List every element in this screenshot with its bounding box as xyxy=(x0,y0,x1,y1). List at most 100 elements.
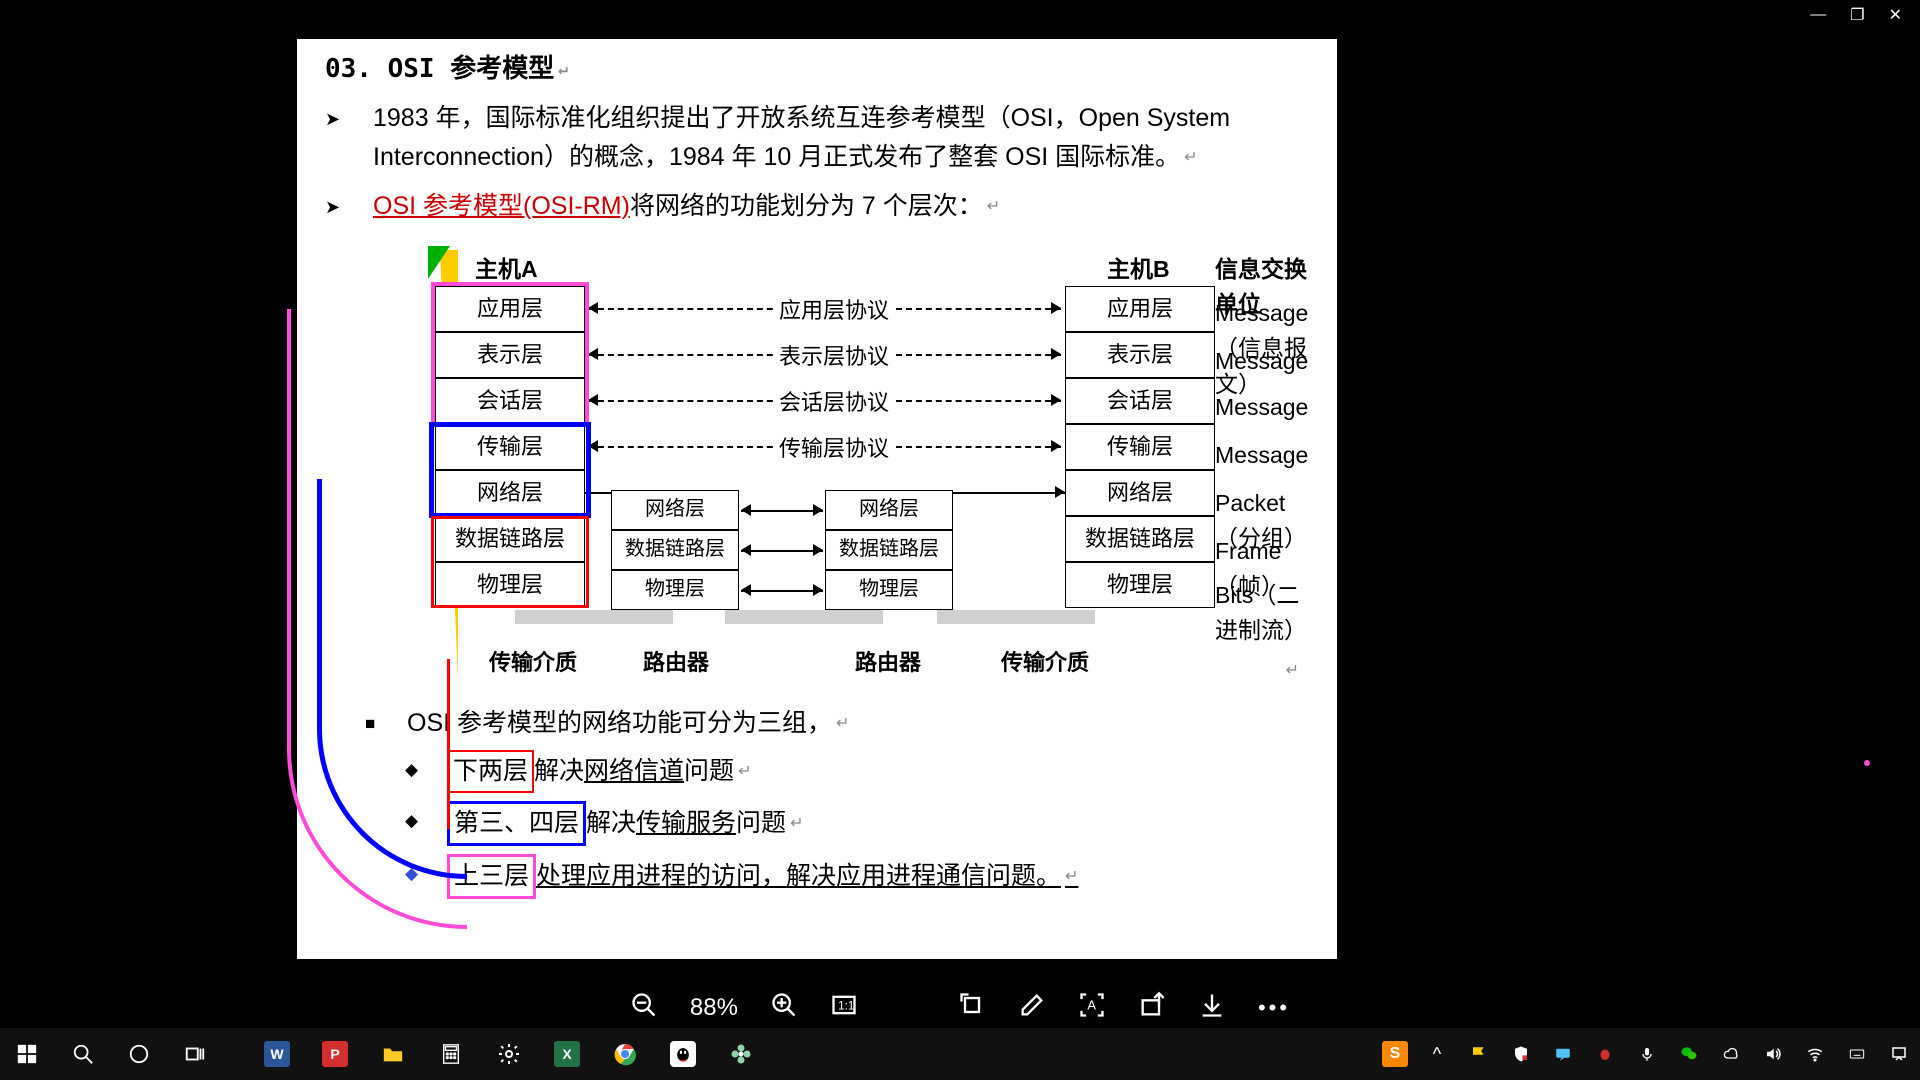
return-mark-icon: ↵ xyxy=(1286,659,1299,684)
body-line-2: 下两层解决网络信道问题 xyxy=(405,750,1309,793)
share-button[interactable] xyxy=(1138,991,1166,1025)
hostb-label: 主机B xyxy=(1107,252,1170,288)
section-heading: 03. OSI 参考模型 xyxy=(325,49,1309,89)
media-label-1: 传输介质 xyxy=(489,646,577,680)
tray-chat-icon[interactable] xyxy=(1550,1041,1576,1067)
start-button[interactable] xyxy=(14,1041,40,1067)
tray-security-icon[interactable] xyxy=(1508,1041,1534,1067)
paragraph-2-rest: 将网络的功能划分为 7 个层次： xyxy=(630,192,1000,220)
b2c-link: 网络信道 xyxy=(584,757,684,785)
tray-mic-icon[interactable] xyxy=(1634,1041,1660,1067)
annotation-dot xyxy=(1864,760,1870,766)
media-bar xyxy=(515,610,673,624)
b2d: 问题 xyxy=(684,757,751,785)
media-label-2: 传输介质 xyxy=(1001,646,1089,680)
router-label-1: 路由器 xyxy=(643,646,709,680)
close-button[interactable]: ✕ xyxy=(1889,5,1902,25)
task-view-button[interactable] xyxy=(182,1041,208,1067)
minimize-button[interactable]: — xyxy=(1810,6,1826,24)
short-arrow xyxy=(741,550,823,552)
viewer-toolbar: 88% 1:1 A ••• xyxy=(0,991,1920,1025)
zoom-in-button[interactable] xyxy=(770,991,798,1025)
cortana-button[interactable] xyxy=(126,1041,152,1067)
zoom-out-button[interactable] xyxy=(630,991,658,1025)
taskbar: W P X S ^ xyxy=(0,1028,1920,1080)
routera-layer-1: 网络层 xyxy=(611,490,739,530)
protocol-label-2: 表示层协议 xyxy=(775,340,893,374)
routerb-layer-2: 数据链路层 xyxy=(825,530,953,570)
excel-app-icon[interactable]: X xyxy=(554,1041,580,1067)
tray-flag-icon[interactable] xyxy=(1466,1041,1492,1067)
settings-app-icon[interactable] xyxy=(496,1041,522,1067)
pink-annotation-curve xyxy=(287,309,467,929)
blue-box-b3: 第三、四层 xyxy=(447,801,586,846)
b3d: 问题 xyxy=(736,809,803,837)
hostb-layer-6: 数据链路层 xyxy=(1065,516,1215,562)
tray-wifi-icon[interactable] xyxy=(1802,1041,1828,1067)
tray-wechat-icon[interactable] xyxy=(1676,1041,1702,1067)
short-arrow xyxy=(953,492,1065,494)
info-4: Message xyxy=(1215,438,1308,474)
rotate-button[interactable] xyxy=(958,991,986,1025)
maximize-button[interactable]: ❐ xyxy=(1850,5,1864,25)
flower-app-icon[interactable] xyxy=(728,1041,754,1067)
arrow-icon xyxy=(813,504,823,516)
hostb-layer-5: 网络层 xyxy=(1065,470,1215,516)
arrow-icon xyxy=(741,544,751,556)
window-titlebar: — ❐ ✕ xyxy=(0,0,1920,30)
tray-qq-icon[interactable] xyxy=(1592,1041,1618,1067)
edit-button[interactable] xyxy=(1018,991,1046,1025)
tray-cloud-icon[interactable] xyxy=(1718,1041,1744,1067)
arrow-icon xyxy=(1051,440,1061,452)
osi-diagram: 主机A 主机B 信息交换单位 应用层 表示层 会话层 传输层 网络层 数据链路层… xyxy=(325,246,1309,696)
tray-keyboard-icon[interactable] xyxy=(1844,1041,1870,1067)
routerb-layer-3: 物理层 xyxy=(825,570,953,610)
protocol-label-3: 会话层协议 xyxy=(775,386,893,420)
arrow-icon xyxy=(1051,302,1061,314)
green-triangle-icon xyxy=(428,246,450,279)
body-line-3: 第三、四层解决传输服务问题 xyxy=(405,801,1309,846)
ocr-button[interactable]: A xyxy=(1078,991,1106,1025)
router-label-2: 路由器 xyxy=(855,646,921,680)
arrow-icon xyxy=(588,394,598,406)
b3b: 解决 xyxy=(586,809,636,837)
b3c-link: 传输服务 xyxy=(636,809,736,837)
hostb-layer-1: 应用层 xyxy=(1065,286,1215,332)
routerb-layer-1: 网络层 xyxy=(825,490,953,530)
b2b: 解决 xyxy=(534,757,584,785)
media-bar xyxy=(725,610,883,624)
arrow-icon xyxy=(1055,486,1065,498)
tray-volume-icon[interactable] xyxy=(1760,1041,1786,1067)
osi-rm-link: OSI 参考模型(OSI-RM) xyxy=(373,192,630,220)
tray-notifications-icon[interactable] xyxy=(1886,1041,1912,1067)
short-arrow xyxy=(741,510,823,512)
svg-text:A: A xyxy=(1087,998,1096,1013)
zoom-level: 88% xyxy=(690,994,738,1022)
qq-app-icon[interactable] xyxy=(670,1041,696,1067)
arrow-icon xyxy=(588,302,598,314)
explorer-app-icon[interactable] xyxy=(380,1041,406,1067)
short-arrow xyxy=(741,590,823,592)
chrome-app-icon[interactable] xyxy=(612,1041,638,1067)
word-app-icon[interactable]: W xyxy=(264,1041,290,1067)
download-button[interactable] xyxy=(1198,991,1226,1025)
body-line-1: OSI 参考模型的网络功能可分为三组， xyxy=(365,704,1309,743)
more-button[interactable]: ••• xyxy=(1258,995,1290,1021)
media-bar xyxy=(937,610,1095,624)
b4b: 处理应用进程的访问，解决应用进程通信问题。 xyxy=(536,862,1078,890)
info-3: Message xyxy=(1215,390,1308,426)
info-7: Bits（二进制流） xyxy=(1215,578,1309,649)
arrow-icon xyxy=(741,584,751,596)
body-line-4: 上三层处理应用进程的访问，解决应用进程通信问题。 xyxy=(405,854,1309,899)
routera-layer-2: 数据链路层 xyxy=(611,530,739,570)
protocol-label-4: 传输层协议 xyxy=(775,432,893,466)
actual-size-button[interactable]: 1:1 xyxy=(830,991,858,1025)
search-button[interactable] xyxy=(70,1041,96,1067)
paragraph-1: 1983 年，国际标准化组织提出了开放系统互连参考模型（OSI，Open Sys… xyxy=(325,99,1309,177)
tray-expand-icon[interactable]: ^ xyxy=(1424,1041,1450,1067)
calculator-app-icon[interactable] xyxy=(438,1041,464,1067)
arrow-icon xyxy=(1051,394,1061,406)
sogou-ime-icon[interactable]: S xyxy=(1382,1041,1408,1067)
pdf-app-icon[interactable]: P xyxy=(322,1041,348,1067)
hostb-layer-4: 传输层 xyxy=(1065,424,1215,470)
